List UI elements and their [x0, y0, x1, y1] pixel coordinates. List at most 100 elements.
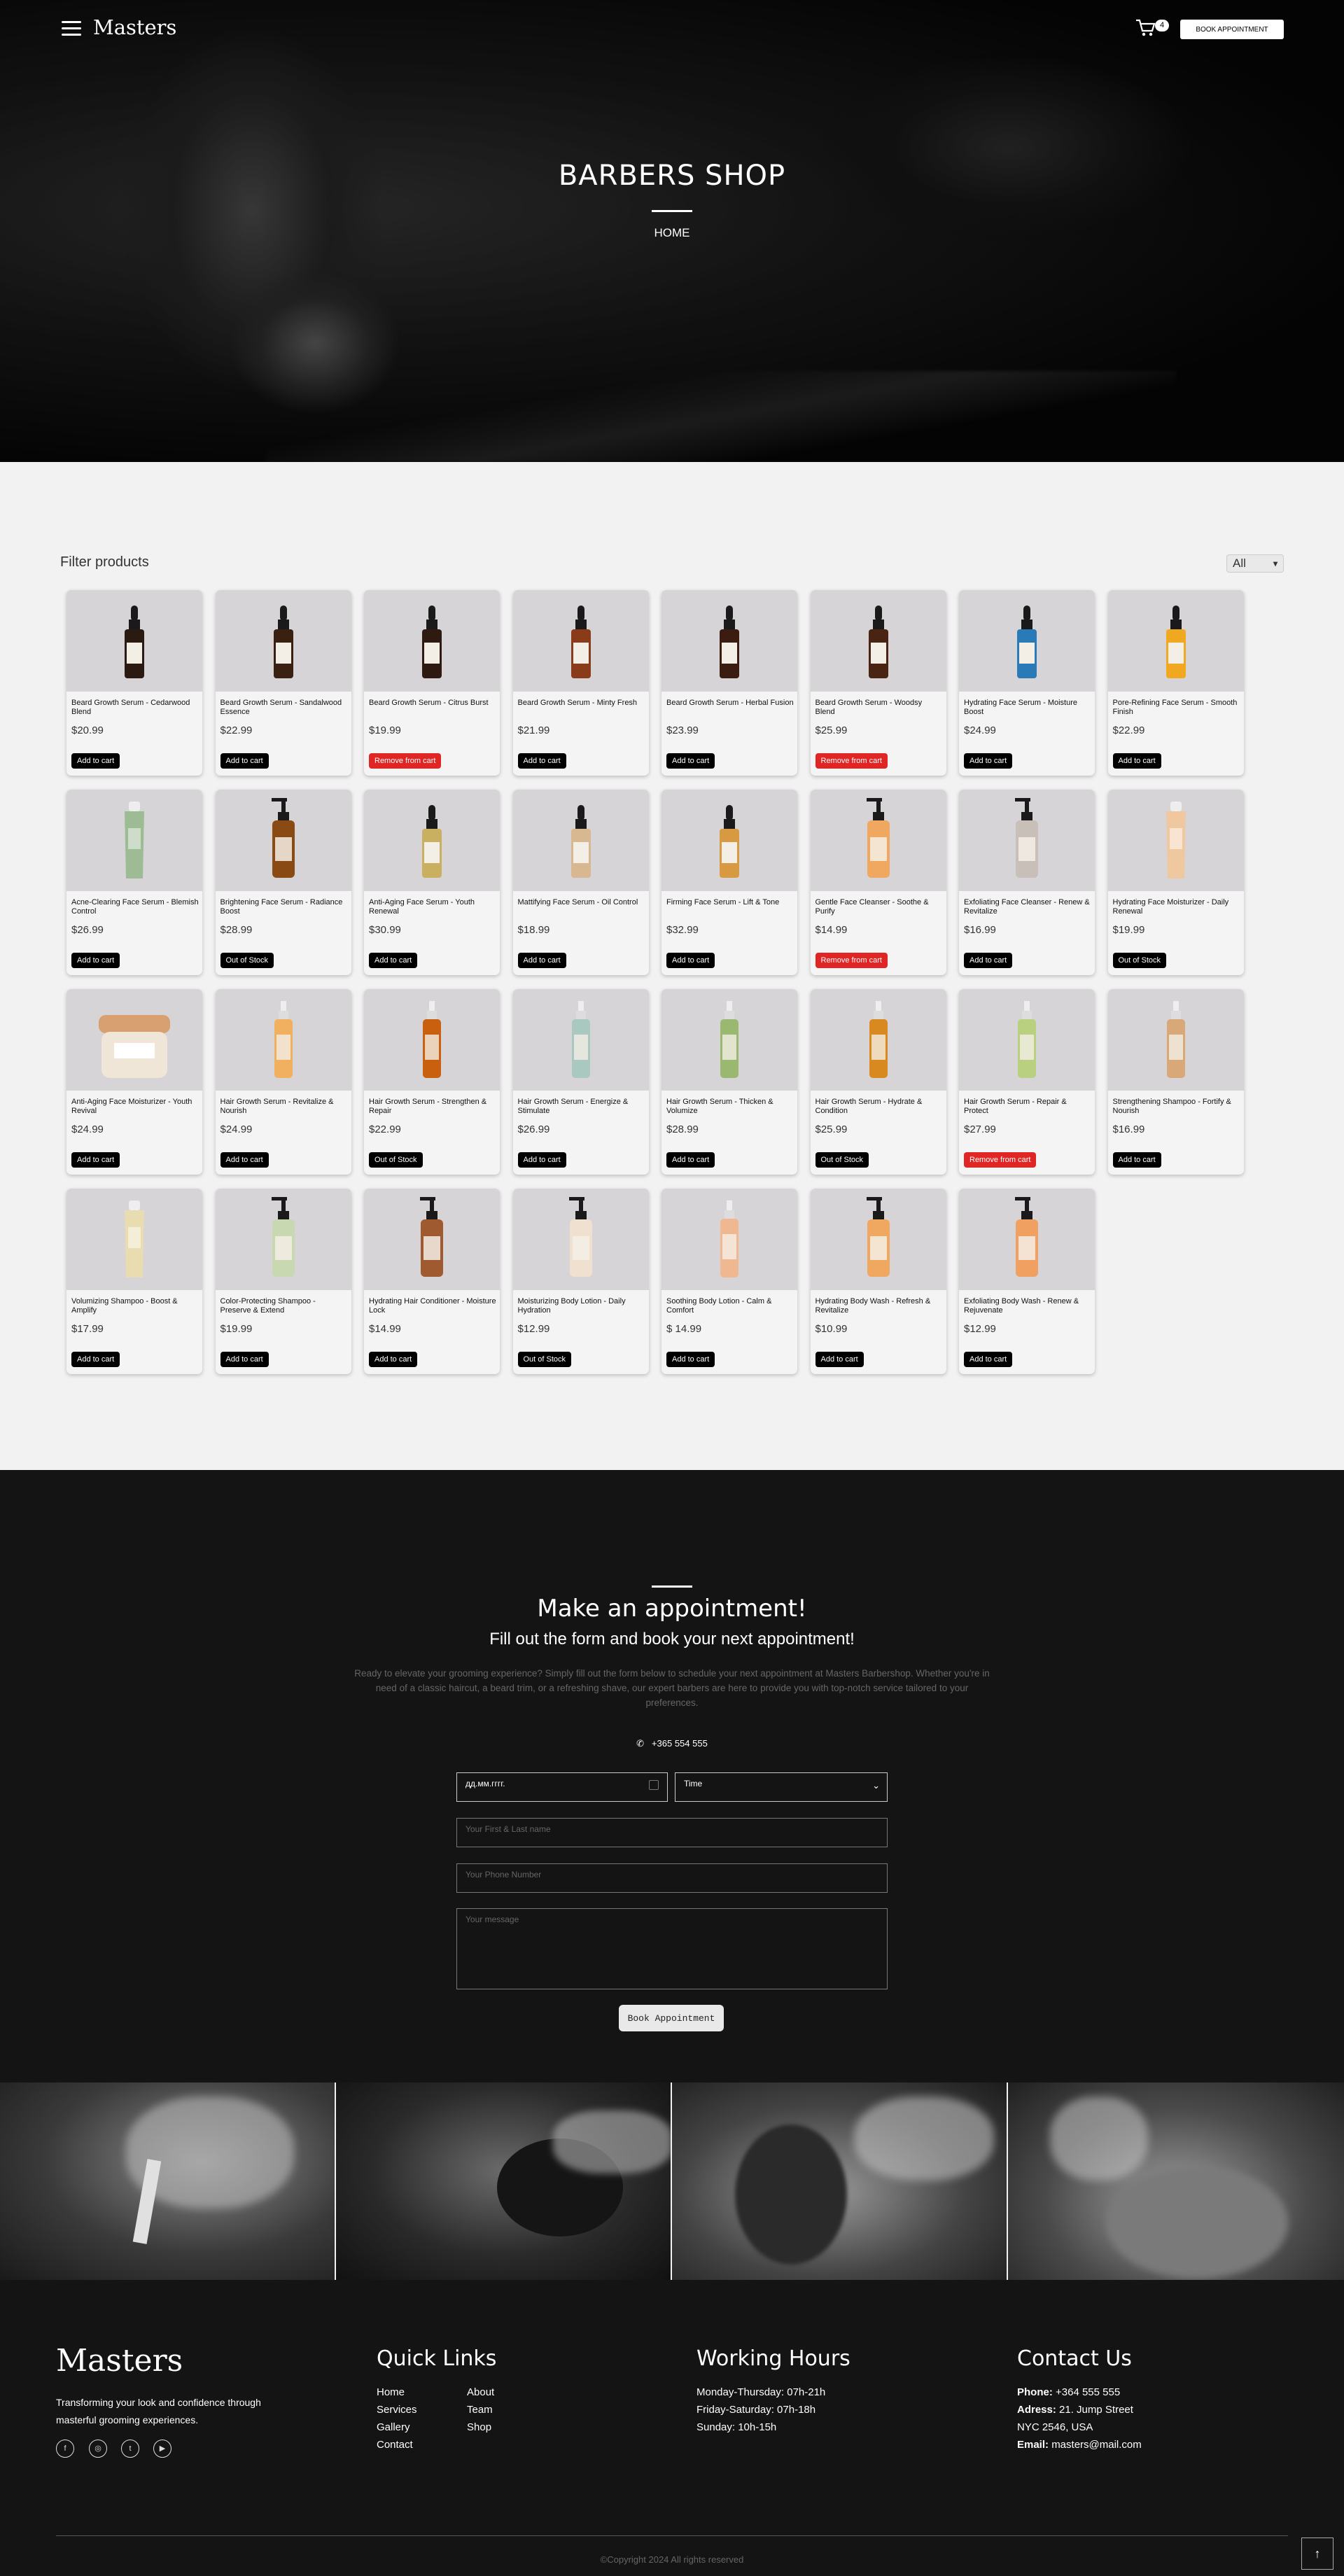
instagram-icon[interactable]: ◎ — [89, 2440, 107, 2458]
product-cart-button[interactable]: Add to cart — [220, 1352, 269, 1367]
product-cart-button[interactable]: Add to cart — [71, 753, 120, 769]
twitter-icon[interactable]: t — [121, 2440, 139, 2458]
footer-link-contact[interactable]: Contact — [377, 2439, 413, 2451]
product-cart-button[interactable]: Remove from cart — [369, 753, 442, 769]
footer-link-services[interactable]: Services — [377, 2404, 417, 2416]
product-cart-button[interactable]: Add to cart — [815, 1352, 864, 1367]
product-cart-button[interactable]: Add to cart — [517, 953, 566, 968]
product-image[interactable] — [512, 989, 649, 1091]
product-image[interactable] — [215, 590, 351, 692]
product-image[interactable] — [215, 790, 351, 891]
product-card[interactable]: Beard Growth Serum - Woodsy Blend $25.99… — [810, 590, 946, 776]
product-cart-button[interactable]: Out of Stock — [517, 1352, 572, 1367]
product-card[interactable]: Firming Face Serum - Lift & Tone $32.99 … — [662, 790, 797, 975]
product-image[interactable] — [1107, 790, 1244, 891]
product-cart-button[interactable]: Add to cart — [964, 753, 1013, 769]
product-cart-button[interactable]: Remove from cart — [815, 953, 888, 968]
filter-select[interactable]: All ▾ — [1226, 554, 1284, 573]
product-cart-button[interactable]: Remove from cart — [964, 1152, 1037, 1168]
product-image[interactable] — [364, 1189, 500, 1290]
product-card[interactable]: Exfoliating Body Wash - Renew & Rejuvena… — [959, 1189, 1095, 1374]
product-cart-button[interactable]: Add to cart — [517, 753, 566, 769]
product-card[interactable]: Hair Growth Serum - Thicken & Volumize $… — [662, 989, 797, 1175]
product-image[interactable] — [364, 590, 500, 692]
product-card[interactable]: Mattifying Face Serum - Oil Control $18.… — [512, 790, 649, 975]
product-cart-button[interactable]: Out of Stock — [1112, 953, 1167, 968]
product-card[interactable]: Strengthening Shampoo - Fortify & Nouris… — [1107, 989, 1244, 1175]
product-cart-button[interactable]: Add to cart — [964, 1352, 1013, 1367]
product-image[interactable] — [215, 989, 351, 1091]
message-textarea[interactable]: Your message — [456, 1908, 888, 1989]
product-card[interactable]: Beard Growth Serum - Cedarwood Blend $20… — [66, 590, 202, 776]
product-image[interactable] — [662, 1189, 797, 1290]
product-image[interactable] — [66, 790, 202, 891]
product-card[interactable]: Anti-Aging Face Serum - Youth Renewal $3… — [364, 790, 500, 975]
product-cart-button[interactable]: Add to cart — [1112, 753, 1161, 769]
product-image[interactable] — [215, 1189, 351, 1290]
calendar-icon[interactable] — [649, 1780, 659, 1790]
book-appointment-button[interactable]: BOOK APPOINTMENT — [1180, 20, 1284, 39]
product-cart-button[interactable]: Add to cart — [71, 1352, 120, 1367]
product-image[interactable] — [959, 790, 1095, 891]
product-cart-button[interactable]: Add to cart — [369, 953, 418, 968]
product-card[interactable]: Hair Growth Serum - Revitalize & Nourish… — [215, 989, 351, 1175]
contact-email-value[interactable]: masters@mail.com — [1051, 2439, 1142, 2451]
product-card[interactable]: Exfoliating Face Cleanser - Renew & Revi… — [959, 790, 1095, 975]
product-cart-button[interactable]: Out of Stock — [220, 953, 274, 968]
product-card[interactable]: Hydrating Body Wash - Refresh & Revitali… — [810, 1189, 946, 1374]
footer-link-about[interactable]: About — [467, 2386, 494, 2398]
hamburger-menu-icon[interactable] — [62, 21, 81, 36]
youtube-icon[interactable]: ▶ — [153, 2440, 172, 2458]
footer-link-shop[interactable]: Shop — [467, 2421, 491, 2433]
product-card[interactable]: Beard Growth Serum - Citrus Burst $19.99… — [364, 590, 500, 776]
product-cart-button[interactable]: Add to cart — [666, 1152, 715, 1168]
product-cart-button[interactable]: Add to cart — [71, 953, 120, 968]
product-image[interactable] — [662, 590, 797, 692]
footer-link-gallery[interactable]: Gallery — [377, 2421, 410, 2433]
product-cart-button[interactable]: Add to cart — [220, 753, 269, 769]
product-cart-button[interactable]: Out of Stock — [369, 1152, 423, 1168]
product-card[interactable]: Brightening Face Serum - Radiance Boost … — [215, 790, 351, 975]
product-image[interactable] — [66, 989, 202, 1091]
product-image[interactable] — [810, 790, 946, 891]
product-cart-button[interactable]: Out of Stock — [815, 1152, 869, 1168]
product-image[interactable] — [662, 790, 797, 891]
product-card[interactable]: Hair Growth Serum - Repair & Protect $27… — [959, 989, 1095, 1175]
phone-input[interactable]: Your Phone Number — [456, 1863, 888, 1893]
product-card[interactable]: Gentle Face Cleanser - Soothe & Purify $… — [810, 790, 946, 975]
product-card[interactable]: Hair Growth Serum - Strengthen & Repair … — [364, 989, 500, 1175]
product-image[interactable] — [810, 1189, 946, 1290]
product-image[interactable] — [810, 989, 946, 1091]
product-image[interactable] — [364, 989, 500, 1091]
product-card[interactable]: Hair Growth Serum - Energize & Stimulate… — [512, 989, 649, 1175]
product-image[interactable] — [66, 1189, 202, 1290]
product-image[interactable] — [364, 790, 500, 891]
product-card[interactable]: Beard Growth Serum - Herbal Fusion $23.9… — [662, 590, 797, 776]
product-image[interactable] — [959, 989, 1095, 1091]
product-image[interactable] — [1107, 989, 1244, 1091]
product-card[interactable]: Pore-Refining Face Serum - Smooth Finish… — [1107, 590, 1244, 776]
product-image[interactable] — [512, 1189, 649, 1290]
footer-link-home[interactable]: Home — [377, 2386, 405, 2398]
product-card[interactable]: Hair Growth Serum - Hydrate & Condition … — [810, 989, 946, 1175]
product-image[interactable] — [959, 590, 1095, 692]
book-appointment-submit[interactable]: Book Appointment — [619, 2005, 724, 2031]
product-card[interactable]: Beard Growth Serum - Minty Fresh $21.99 … — [512, 590, 649, 776]
product-image[interactable] — [1107, 590, 1244, 692]
product-card[interactable]: Soothing Body Lotion - Calm & Comfort $ … — [662, 1189, 797, 1374]
product-cart-button[interactable]: Add to cart — [369, 1352, 418, 1367]
product-cart-button[interactable]: Add to cart — [1112, 1152, 1161, 1168]
product-card[interactable]: Anti-Aging Face Moisturizer - Youth Revi… — [66, 989, 202, 1175]
product-cart-button[interactable]: Add to cart — [964, 953, 1013, 968]
brand-logo[interactable]: Masters — [93, 15, 176, 39]
product-cart-button[interactable]: Add to cart — [666, 753, 715, 769]
footer-link-team[interactable]: Team — [467, 2404, 493, 2416]
product-card[interactable]: Volumizing Shampoo - Boost & Amplify $17… — [66, 1189, 202, 1374]
product-card[interactable]: Hydrating Face Serum - Moisture Boost $2… — [959, 590, 1095, 776]
date-input[interactable]: дд.мм.гггг. — [456, 1772, 668, 1802]
product-card[interactable]: Hydrating Hair Conditioner - Moisture Lo… — [364, 1189, 500, 1374]
product-image[interactable] — [959, 1189, 1095, 1290]
product-image[interactable] — [662, 989, 797, 1091]
product-cart-button[interactable]: Add to cart — [71, 1152, 120, 1168]
product-cart-button[interactable]: Remove from cart — [815, 753, 888, 769]
